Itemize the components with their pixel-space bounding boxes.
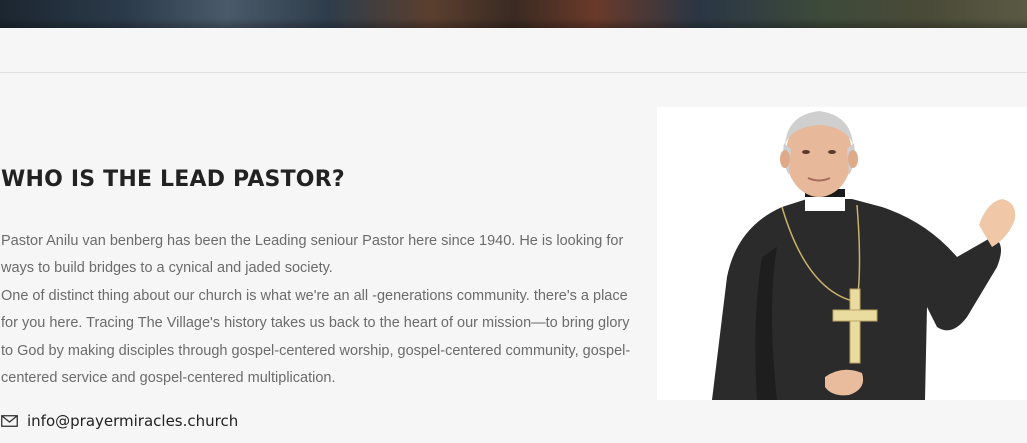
bio-paragraph: Pastor Anilu van benberg has been the Le… xyxy=(1,233,624,277)
pastor-illustration xyxy=(712,111,1016,400)
pastor-bio: Pastor Anilu van benberg has been the Le… xyxy=(1,228,641,392)
bio-paragraph: One of distinct thing about our church i… xyxy=(1,287,631,387)
envelope-icon xyxy=(1,415,18,427)
section-divider xyxy=(0,72,1027,73)
section-heading: WHO IS THE LEAD PASTOR? xyxy=(1,167,345,192)
email-link[interactable]: info@prayermiracles.church xyxy=(27,412,238,430)
contact-email[interactable]: info@prayermiracles.church xyxy=(1,410,238,432)
hero-banner-image xyxy=(0,0,1027,28)
pastor-photo xyxy=(657,107,1027,400)
